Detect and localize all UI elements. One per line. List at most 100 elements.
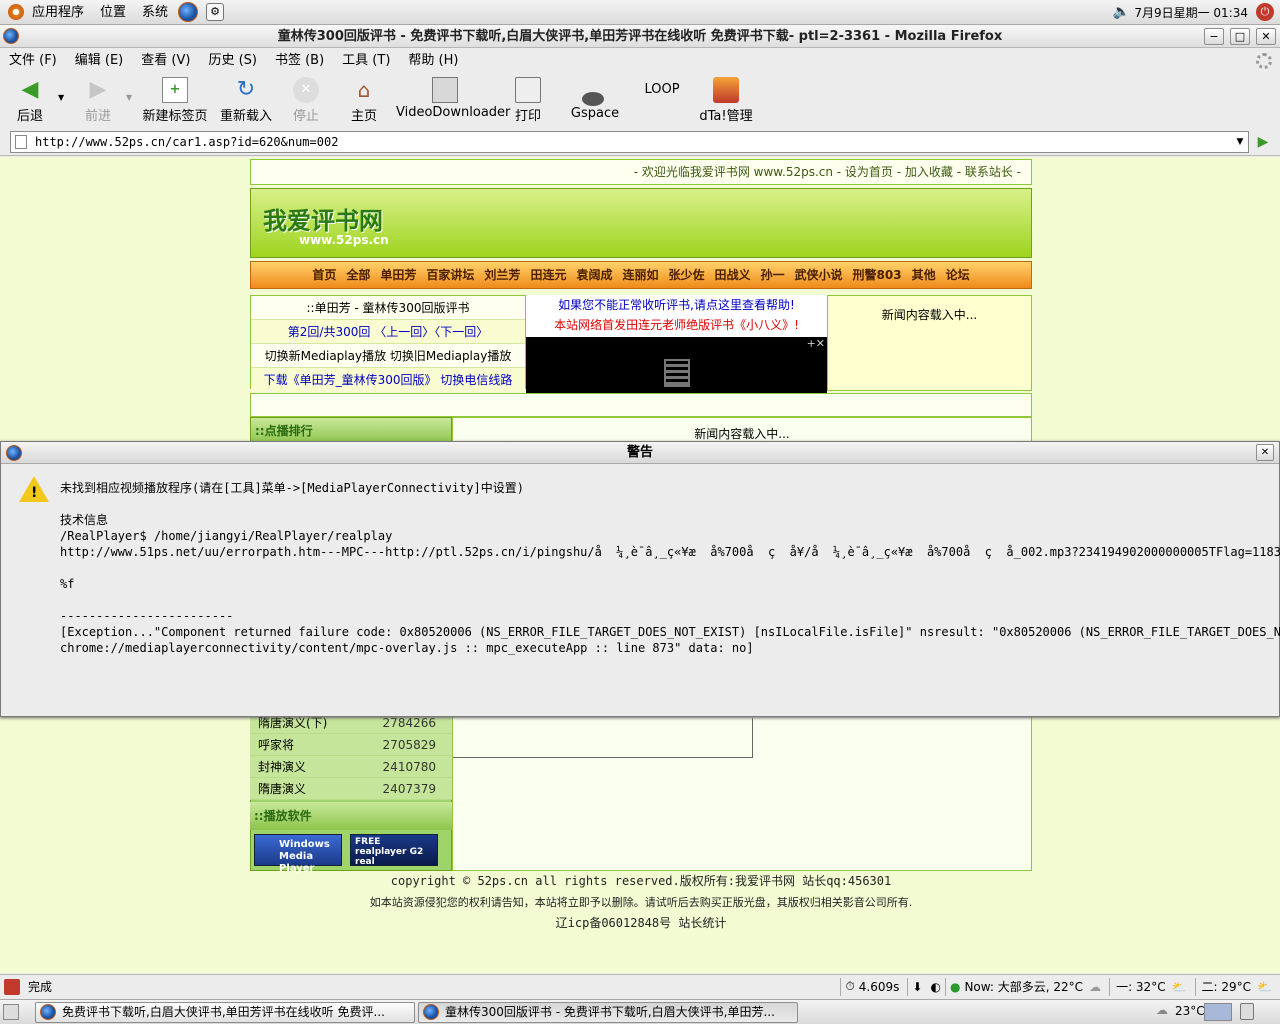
ubuntu-logo-icon[interactable]: [8, 4, 24, 20]
maximize-button[interactable]: □: [1230, 28, 1250, 45]
nav-home[interactable]: 首页: [307, 262, 341, 288]
dialog-firefox-icon: [6, 445, 22, 461]
panel-menu-places[interactable]: 位置: [92, 0, 134, 25]
bottom-taskbar: 免费评书下载听,白眉大侠评书,单田芳评书在线收听 免费评... 童林传300回版…: [0, 999, 1280, 1024]
workspace-switcher[interactable]: [1204, 1003, 1232, 1021]
weather-day1[interactable]: 一: 32°C: [1116, 978, 1166, 995]
gspace-status-icon[interactable]: ◐: [930, 980, 940, 994]
reload-button[interactable]: ↻ 重新载入: [218, 77, 274, 124]
footer-icp[interactable]: 辽icp备06012848号 站长统计: [250, 913, 1032, 934]
taskbar-temp[interactable]: 23°C: [1175, 1004, 1205, 1018]
forward-button[interactable]: ▶ 前进: [80, 77, 116, 124]
weather-status-icon: ●: [949, 979, 961, 994]
nav-yuankuocheng[interactable]: 袁阔成: [571, 262, 617, 288]
print-button[interactable]: 打印: [510, 77, 546, 124]
status-icon: [4, 978, 20, 995]
nav-tianzhanyi[interactable]: 田战义: [710, 262, 756, 288]
player-expand-icon[interactable]: +✕: [807, 337, 825, 350]
dialog-titlebar[interactable]: 警告 ✕: [1, 442, 1279, 464]
sun-cloud-icon: ⛅: [1171, 979, 1187, 994]
volume-icon[interactable]: 🔈: [1113, 4, 1130, 20]
site-logo[interactable]: 我爱评书网: [263, 201, 383, 236]
download-link[interactable]: 下载《单田芳_童林传300回版》 切换电信线路: [251, 368, 525, 392]
forward-arrow-icon: ▶: [89, 77, 107, 102]
player-switch-links[interactable]: 切换新Mediaplay播放 切换旧Mediaplay播放: [251, 344, 525, 368]
promo-link[interactable]: 本站网络首发田连元老师绝版评书《小八义》!: [526, 315, 827, 335]
window-titlebar[interactable]: 童林传300回版评书 - 免费评书下载听,白眉大侠评书,单田芳评书在线收听 免费…: [0, 25, 1280, 48]
minimize-button[interactable]: −: [1204, 28, 1224, 45]
dta-icon: [713, 77, 739, 103]
news-strip: [250, 393, 1032, 417]
nav-shantianfang[interactable]: 单田芳: [375, 262, 421, 288]
taskbar-item-1[interactable]: 免费评书下载听,白眉大侠评书,单田芳评书在线收听 免费评...: [35, 1002, 415, 1023]
nav-baijia[interactable]: 百家讲坛: [421, 262, 479, 288]
soft-buttons: Windows Media Player FREE realplayer G2 …: [254, 834, 438, 874]
panel-menu-applications[interactable]: 应用程序: [24, 0, 92, 25]
forward-history-dropdown[interactable]: ▼: [126, 93, 132, 102]
panel-clock[interactable]: 7月9日星期一 01:34: [1134, 4, 1248, 21]
nav-liulanfang[interactable]: 刘兰芳: [479, 262, 525, 288]
window-title: 童林传300回版评书 - 免费评书下载听,白眉大侠评书,单田芳评书在线收听 免费…: [277, 29, 1003, 44]
nav-tianlianyuan[interactable]: 田连元: [525, 262, 571, 288]
status-text: 完成: [28, 980, 53, 994]
weather-day2[interactable]: 二: 29°C: [1202, 978, 1252, 995]
rank-item[interactable]: 隋唐演义 2407379: [250, 778, 452, 800]
reload-icon: ↻: [236, 77, 256, 102]
site-banner: 我爱评书网 www.52ps.cn: [250, 188, 1032, 258]
nav-lianliru[interactable]: 连丽如: [617, 262, 663, 288]
new-tab-button[interactable]: + 新建标签页: [140, 77, 210, 124]
menu-bookmarks[interactable]: 书签 (B): [266, 49, 333, 73]
menu-view[interactable]: 查看 (V): [132, 49, 199, 73]
url-dropdown-button[interactable]: ▼: [1232, 132, 1248, 152]
show-desktop-icon[interactable]: [3, 1004, 19, 1020]
menu-help[interactable]: 帮助 (H): [399, 49, 467, 73]
rank-item[interactable]: 呼家将 2705829: [250, 734, 452, 756]
menu-edit[interactable]: 编辑 (E): [66, 49, 133, 73]
go-button[interactable]: ▶: [1253, 132, 1273, 152]
nav-other[interactable]: 其他: [907, 262, 941, 288]
navigation-toolbar: ◀ 后退 ▼ ▶ 前进 ▼ + 新建标签页 ↻ 重新载入 ✕ 停止 ⌂ 主页 VideoDo…: [0, 73, 1280, 143]
loop-button[interactable]: LOOP: [644, 82, 680, 97]
nav-zhangshaozuo[interactable]: 张少佐: [663, 262, 709, 288]
rank-item[interactable]: 封神演义 2410780: [250, 756, 452, 778]
menu-file[interactable]: 文件 (F): [0, 49, 66, 73]
nav-wuxia[interactable]: 武侠小说: [790, 262, 848, 288]
home-button[interactable]: ⌂ 主页: [346, 77, 382, 124]
firefox-launcher-icon[interactable]: [178, 2, 199, 22]
help-launcher-icon[interactable]: ⚙: [206, 3, 225, 21]
help-link[interactable]: 如果您不能正常收听评书,请点这里查看帮助!: [526, 295, 827, 315]
close-button[interactable]: ✕: [1256, 28, 1276, 45]
gspace-button[interactable]: Gspace: [560, 91, 630, 121]
panel-menu-system[interactable]: 系统: [134, 0, 176, 25]
footer-notice: 如本站资源侵犯您的权利请告知，本站将立即予以删除。请试听后去购买正版光盘，其版权…: [369, 896, 913, 909]
nav-xingjing803[interactable]: 刑警803: [848, 262, 907, 288]
throbber-icon: [1256, 53, 1272, 69]
menu-tools[interactable]: 工具 (T): [333, 49, 399, 73]
film-icon: [664, 359, 690, 387]
weather-now[interactable]: Now: 大部多云, 22°C: [964, 978, 1083, 995]
chapter-nav[interactable]: 第2回/共300回 〈上一回〉〈下一回〉: [251, 320, 525, 344]
stop-button[interactable]: ✕ 停止: [288, 77, 324, 124]
nav-all[interactable]: 全部: [341, 262, 375, 288]
back-button[interactable]: ◀ 后退: [12, 77, 48, 124]
cloud-icon: ☁: [1089, 979, 1102, 994]
taskbar-item-2[interactable]: 童林传300回版评书 - 免费评书下载听,白眉大侠评书,单田芳...: [418, 1002, 798, 1023]
trash-icon[interactable]: [1240, 1003, 1254, 1020]
url-input[interactable]: http://www.52ps.cn/car1.asp?id=620&num=0…: [10, 131, 1249, 153]
dialog-close-button[interactable]: ✕: [1256, 444, 1274, 461]
status-bar: 完成 ⏱ 4.609s ⬇ ◐ ● Now: 大部多云, 22°C ☁ 一: 3…: [0, 974, 1280, 998]
footer-copyright: copyright © 52ps.cn all rights reserved.…: [390, 874, 892, 888]
menu-history[interactable]: 历史 (S): [199, 49, 266, 73]
windows-media-player-button[interactable]: Windows Media Player: [254, 834, 342, 874]
weather-tray-icon: ☁: [1156, 1003, 1168, 1017]
videodownloader-button[interactable]: VideoDownloader: [396, 77, 510, 120]
nav-sunyi[interactable]: 孙一: [756, 262, 790, 288]
nav-forum[interactable]: 论坛: [941, 262, 975, 288]
back-history-dropdown[interactable]: ▼: [58, 93, 64, 102]
download-status-icon[interactable]: ⬇: [912, 980, 922, 994]
warning-dialog: 警告 ✕ ! 未找到相应视频播放程序(请在[工具]菜单->[MediaPlaye…: [0, 441, 1280, 717]
soft-title: ::播放软件: [250, 802, 452, 830]
realplayer-button[interactable]: FREE realplayer G2 real: [350, 834, 438, 867]
welcome-bar[interactable]: - 欢迎光临我爱评书网 www.52ps.cn - 设为首页 - 加入收藏 - …: [250, 159, 1032, 185]
power-icon[interactable]: ⏻: [1256, 3, 1274, 21]
